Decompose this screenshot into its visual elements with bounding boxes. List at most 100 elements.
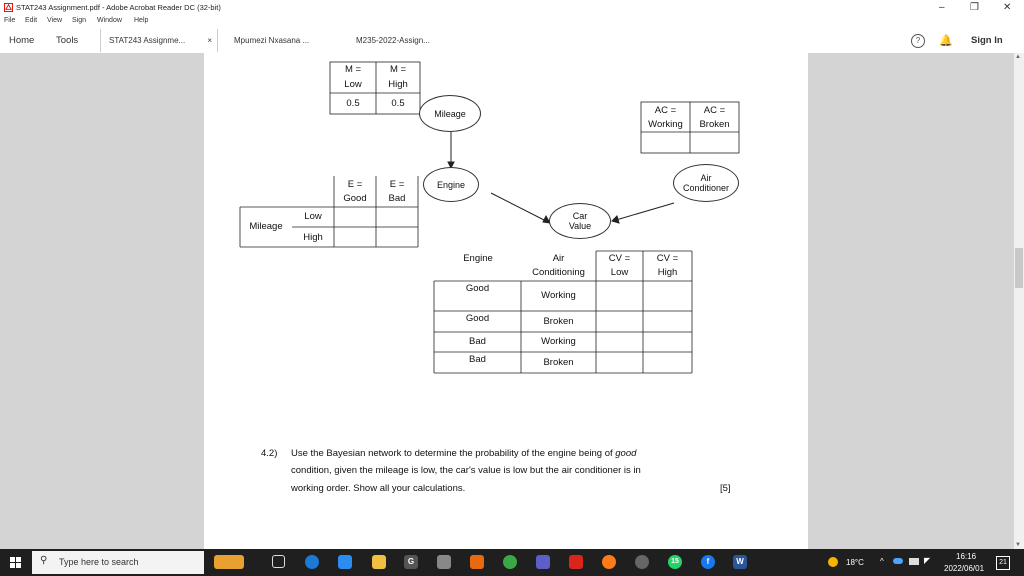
cell-text: Broken — [699, 119, 730, 130]
file-explorer-icon[interactable] — [372, 555, 386, 569]
scroll-up-icon[interactable]: ▲ — [1015, 54, 1021, 60]
table-row: Bad — [469, 354, 486, 365]
node-car-value: Car Value — [549, 203, 611, 239]
cell-text: Good — [343, 193, 367, 204]
search-placeholder: Type here to search — [59, 557, 139, 567]
cell-text: Low — [610, 267, 629, 278]
cpt-mileage-value-high: 0.5 — [391, 98, 405, 109]
tools-button[interactable]: Tools — [56, 35, 78, 46]
taskbar-search-box[interactable]: ⚲ Type here to search — [32, 551, 204, 574]
vertical-scrollbar[interactable]: ▲ ▼ — [1014, 53, 1024, 549]
cpt-mileage-header-high: M = High — [376, 64, 420, 91]
cell-text: High — [657, 267, 678, 278]
weather-icon[interactable] — [828, 557, 838, 567]
table-row: Broken — [543, 316, 574, 327]
cell-text: Working — [648, 119, 683, 130]
chrome-icon[interactable] — [503, 555, 517, 569]
teams-icon[interactable] — [536, 555, 550, 569]
tab-label: STAT243 Assignme... — [109, 36, 186, 45]
cpt-cv-header-ac: Air Conditioning — [521, 253, 596, 279]
cpt-engine-row-high: High — [303, 232, 323, 243]
notification-icon[interactable]: 21 — [996, 556, 1010, 570]
question-text: Use the Bayesian network to determine th… — [291, 448, 616, 459]
node-air-conditioner: Air Conditioner — [673, 164, 739, 202]
battery-icon[interactable] — [909, 558, 919, 565]
cell-text: CV = — [608, 253, 631, 264]
weather-temperature[interactable]: 18°C — [846, 558, 864, 567]
home-button[interactable]: Home — [9, 35, 34, 46]
pdf-page: M = Low M = High 0.5 0.5 AC = Working AC… — [204, 53, 808, 549]
cell-text: High — [388, 79, 408, 90]
calculator-icon[interactable] — [437, 555, 451, 569]
g-app-icon[interactable]: G — [404, 555, 418, 569]
cell-text: Bad — [388, 193, 406, 204]
tab-mpumezi[interactable]: Mpumezi Nxasana ... — [226, 29, 338, 52]
windows-start-icon[interactable] — [10, 557, 21, 568]
cell-text: Conditioning — [532, 267, 585, 278]
table-row: Bad — [469, 336, 486, 347]
minimize-button[interactable]: – — [939, 2, 945, 13]
document-viewport[interactable]: M = Low M = High 0.5 0.5 AC = Working AC… — [0, 53, 1024, 549]
cell-text: E = — [389, 179, 405, 190]
question-line-1: Use the Bayesian network to determine th… — [291, 445, 636, 463]
table-row: Good — [465, 283, 490, 294]
firefox-icon[interactable] — [602, 555, 616, 569]
tab-label: M235-2022-Assign... — [356, 36, 430, 45]
acrobat-icon[interactable] — [569, 555, 583, 569]
menu-sign[interactable]: Sign — [72, 17, 86, 24]
cpt-cv-header-low: CV = Low — [596, 253, 643, 279]
sign-in-button[interactable]: Sign In — [971, 35, 1003, 46]
node-engine: Engine — [423, 167, 479, 202]
word-icon[interactable]: W — [733, 555, 747, 569]
cell-text: CV = — [656, 253, 679, 264]
help-icon[interactable]: ? — [911, 34, 925, 48]
cpt-engine-row-low: Low — [304, 211, 322, 222]
node-text: Air — [700, 173, 712, 183]
cell-text: Air — [552, 253, 565, 264]
menu-bar: File Edit View Sign Window Help — [0, 16, 1024, 29]
edge-browser-icon[interactable] — [305, 555, 319, 569]
clock-date[interactable]: 2022/06/01 — [944, 564, 984, 573]
question-line-2: condition, given the mileage is low, the… — [291, 465, 641, 476]
cell-text: AC = — [703, 105, 726, 116]
facebook-icon[interactable]: f — [701, 555, 715, 569]
clock-time[interactable]: 16:16 — [956, 552, 976, 561]
menu-edit[interactable]: Edit — [25, 17, 37, 24]
menu-view[interactable]: View — [47, 17, 62, 24]
table-row: Good — [465, 313, 490, 324]
cpt-ac-header-broken: AC = Broken — [690, 105, 739, 131]
whatsapp-icon[interactable]: 15 — [668, 555, 682, 569]
scroll-down-icon[interactable]: ▼ — [1015, 542, 1021, 548]
cpt-ac-header-working: AC = Working — [641, 105, 690, 131]
cpt-mileage-header-low: M = Low — [330, 64, 376, 91]
menu-window[interactable]: Window — [97, 17, 122, 24]
search-highlight-icon[interactable] — [214, 555, 244, 569]
tab-bar: Home Tools STAT243 Assignme... × Mpumezi… — [0, 29, 1024, 54]
chevron-up-icon[interactable]: ^ — [880, 557, 884, 566]
cpt-engine-row-label: Mileage — [249, 221, 283, 232]
store-icon[interactable] — [338, 555, 352, 569]
table-row: Working — [541, 336, 576, 347]
menu-file[interactable]: File — [4, 17, 15, 24]
question-emphasis: good — [615, 448, 637, 459]
title-bar: STAT243 Assignment.pdf - Adobe Acrobat R… — [0, 0, 1024, 16]
cell-text: M = — [344, 64, 362, 75]
tab-m235[interactable]: M235-2022-Assign... — [348, 29, 460, 52]
onedrive-icon[interactable] — [893, 558, 903, 564]
scroll-thumb[interactable] — [1015, 248, 1023, 288]
menu-help[interactable]: Help — [134, 17, 148, 24]
node-text: Conditioner — [682, 183, 730, 193]
notification-bell-icon[interactable]: 🔔 — [939, 34, 953, 47]
wifi-icon[interactable]: ◤ — [924, 556, 930, 565]
tab-stat243[interactable]: STAT243 Assignme... × — [100, 29, 218, 52]
tab-close-icon[interactable]: × — [207, 36, 212, 45]
vlc-icon[interactable] — [470, 555, 484, 569]
cell-text: M = — [389, 64, 407, 75]
cpt-cv-header-engine: Engine — [463, 253, 493, 264]
cpt-cv-header-high: CV = High — [643, 253, 692, 279]
task-view-icon[interactable] — [272, 555, 285, 568]
close-window-button[interactable]: ✕ — [1003, 2, 1011, 13]
maximize-button[interactable]: ❐ — [970, 2, 979, 13]
taskbar: ⚲ Type here to search G 15 f W 18°C ^ ◤ … — [0, 549, 1024, 576]
app-icon[interactable] — [635, 555, 649, 569]
